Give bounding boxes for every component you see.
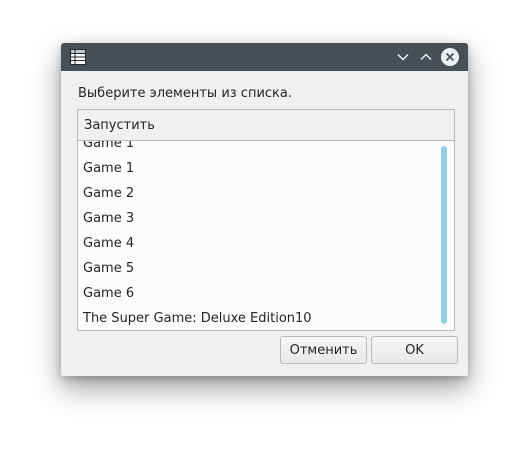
scrollbar-thumb[interactable] [441, 146, 447, 324]
close-icon [441, 48, 459, 66]
items-list[interactable]: Запустить Game 1 Game 1 Game 2 Game 3 Ga… [77, 109, 455, 331]
list-item[interactable]: Game 1 [78, 156, 438, 181]
list-item[interactable]: The Super Game: Deluxe Edition10 [78, 306, 438, 330]
vertical-scrollbar[interactable] [441, 146, 447, 324]
select-items-dialog: Выберите элементы из списка. Запустить G… [61, 43, 468, 376]
list-item[interactable]: Game 1 [78, 141, 438, 156]
cancel-button[interactable]: Отменить [280, 336, 367, 364]
maximize-button[interactable] [416, 47, 436, 67]
column-header[interactable]: Запустить [78, 110, 454, 141]
list-table-icon [69, 48, 87, 66]
list-item[interactable]: Game 4 [78, 231, 438, 256]
column-header-label: Запустить [84, 118, 155, 133]
list-item[interactable]: Game 6 [78, 281, 438, 306]
list-viewport: Game 1 Game 1 Game 2 Game 3 Game 4 Game … [78, 141, 438, 330]
list-item[interactable]: Game 5 [78, 256, 438, 281]
list-items: Game 1 Game 1 Game 2 Game 3 Game 4 Game … [78, 141, 438, 330]
list-item[interactable]: Game 2 [78, 181, 438, 206]
list-item[interactable]: Game 3 [78, 206, 438, 231]
maximize-chevron-icon [420, 53, 432, 61]
ok-button[interactable]: OK [371, 336, 458, 364]
window-titlebar[interactable] [61, 43, 468, 71]
dialog-prompt: Выберите элементы из списка. [78, 86, 293, 101]
close-button[interactable] [440, 47, 460, 67]
minimize-button[interactable] [393, 47, 413, 67]
minimize-chevron-icon [397, 53, 409, 61]
